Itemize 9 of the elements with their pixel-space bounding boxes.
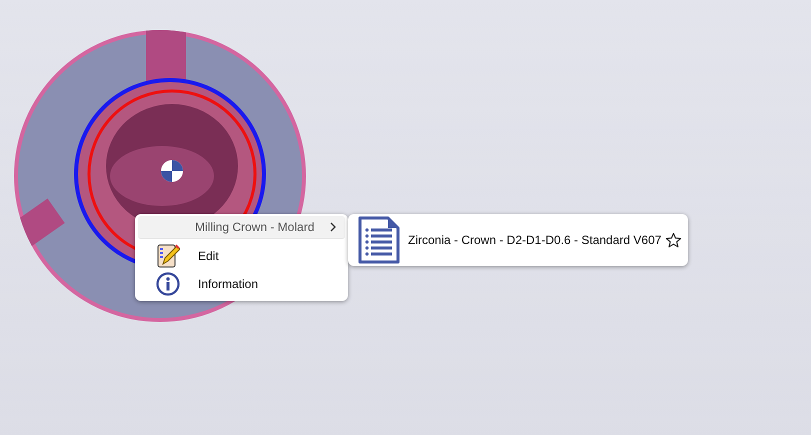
menu-item[interactable]: Edit: [138, 242, 345, 270]
star-icon[interactable]: [665, 232, 682, 248]
edit-icon: [156, 244, 180, 268]
chevron-right-icon: [330, 222, 337, 232]
submenu-item[interactable]: Zirconia - Crown - D2-D1-D0.6 - Standard V607: [348, 214, 688, 266]
menu-item[interactable]: Information: [138, 270, 345, 298]
document-list-icon: [358, 216, 400, 264]
menu-item[interactable]: Milling Crown - Molard: [138, 216, 345, 239]
info-icon: [156, 272, 180, 296]
